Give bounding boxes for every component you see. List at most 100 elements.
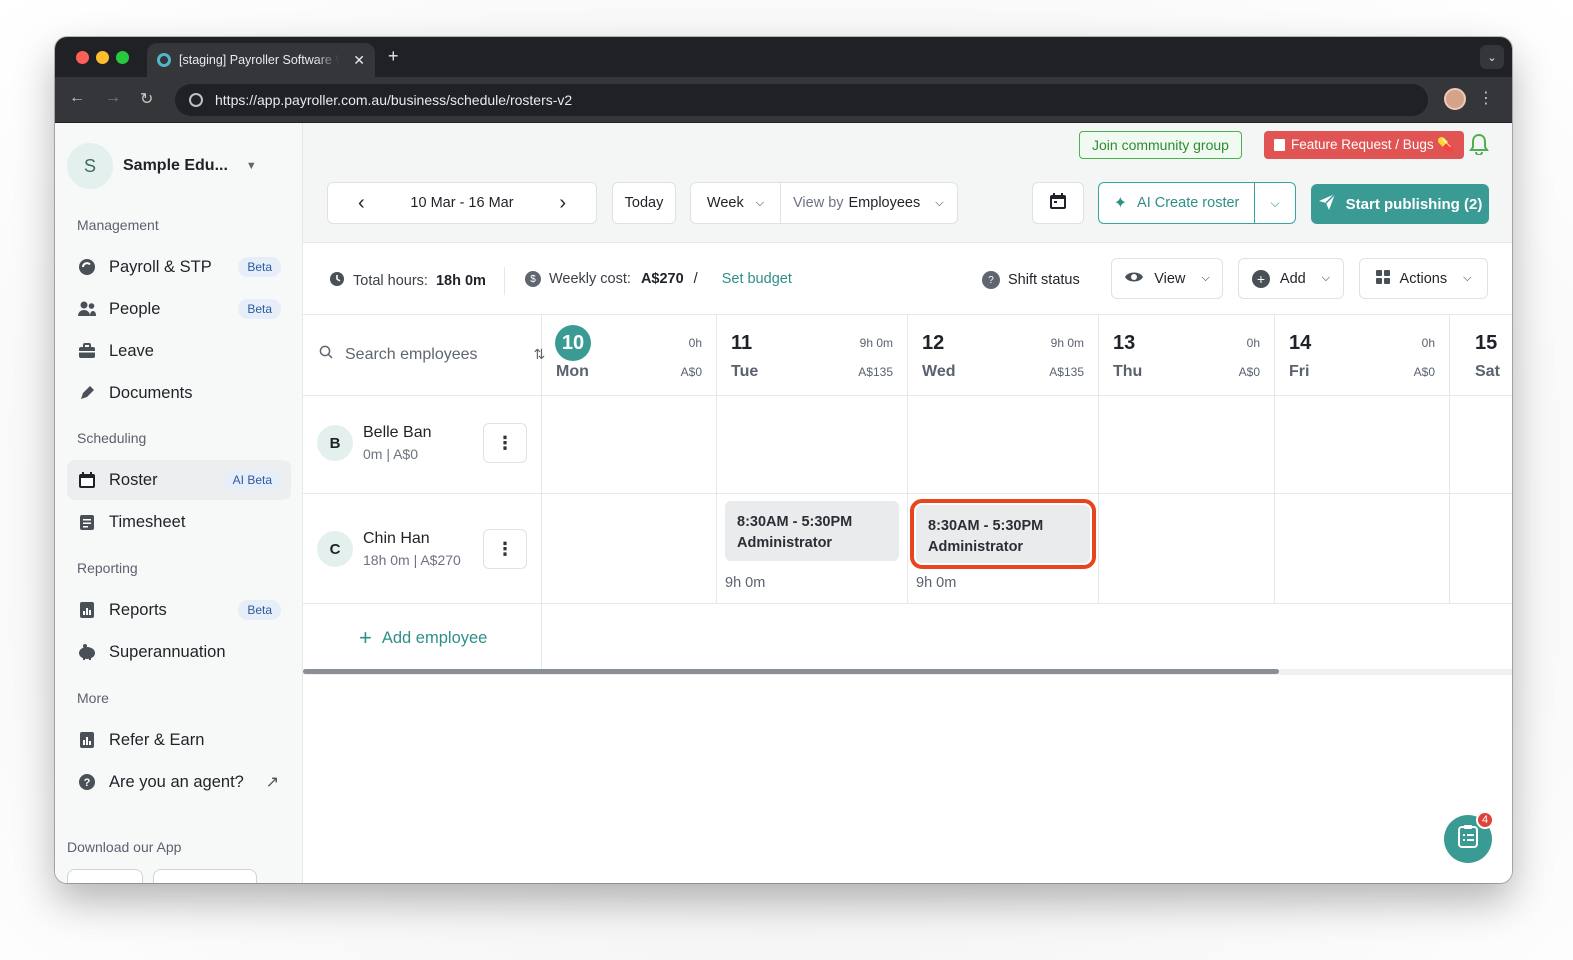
day-name: Thu	[1113, 363, 1143, 380]
clock-icon	[329, 271, 345, 291]
org-switcher[interactable]: S Sample Edu... ▼	[67, 143, 257, 189]
sidebar-item-timesheet[interactable]: Timesheet	[67, 502, 291, 542]
sidebar-item-documents[interactable]: Documents	[67, 373, 291, 413]
google-play-button[interactable]	[153, 869, 257, 883]
sidebar-item-leave[interactable]: Leave	[67, 331, 291, 371]
browser-toolbar: ← → ↻ https://app.payroller.com.au/busin…	[55, 77, 1512, 123]
shift-status-button[interactable]: ? Shift status	[982, 271, 1080, 289]
day-number: 15	[1475, 332, 1498, 354]
chevron-right-icon[interactable]: ›	[559, 192, 566, 215]
top-strip: Join community group Feature Request / B…	[303, 123, 1512, 167]
shift-role: Administrator	[928, 539, 1024, 555]
employee-row-belle[interactable]: B Belle Ban 0m | A$0	[317, 424, 432, 462]
day-number: 13	[1113, 332, 1136, 354]
chevron-down-icon: ⌵	[1321, 272, 1331, 284]
day-hours: 9h 0m	[859, 336, 893, 350]
feature-request-button[interactable]: Feature Request / Bugs 💊	[1264, 131, 1465, 159]
profile-avatar[interactable]	[1444, 88, 1466, 110]
maximize-window-button[interactable]	[116, 51, 129, 64]
new-tab-button[interactable]: +	[388, 46, 399, 67]
date-range[interactable]: 10 Mar - 16 Mar	[410, 195, 513, 211]
day-name: Fri	[1289, 363, 1310, 380]
close-tab-icon[interactable]: ✕	[353, 52, 365, 69]
calendar-button[interactable]	[1032, 182, 1084, 224]
total-hours-value: 18h 0m	[435, 273, 486, 289]
support-chat-button[interactable]: 4	[1444, 811, 1494, 863]
shift-hours: 9h 0m	[916, 575, 957, 591]
sidebar-item-refer[interactable]: Refer & Earn	[67, 720, 291, 760]
day-hours: 9h 0m	[1050, 336, 1084, 350]
minimize-window-button[interactable]	[96, 51, 109, 64]
add-employee-button[interactable]: + Add employee	[359, 627, 487, 649]
browser-menu-icon[interactable]: ⋮	[1478, 88, 1494, 108]
sidebar-item-agent[interactable]: ? Are you an agent? ↗	[67, 762, 291, 802]
join-community-button[interactable]: Join community group	[1079, 131, 1242, 159]
ai-create-roster-button[interactable]: ✦ AI Create roster	[1099, 183, 1255, 223]
search-input[interactable]: Search employees	[345, 346, 478, 364]
report-icon	[77, 600, 97, 620]
ai-create-dropdown[interactable]: ⌵	[1255, 196, 1295, 211]
sidebar-item-label: People	[109, 299, 161, 318]
sidebar-item-label: Documents	[109, 383, 193, 402]
view-by-value: Employees	[848, 195, 921, 211]
search-employees[interactable]: Search employees ⇅	[319, 345, 545, 364]
shift-time: 8:30AM - 5:30PM	[928, 518, 1044, 534]
day-hours: 0h	[688, 336, 702, 350]
employee-summary: 18h 0m | A$270	[363, 552, 461, 568]
set-budget-link[interactable]: Set budget	[722, 271, 792, 287]
sidebar-item-reports[interactable]: Reports Beta	[67, 590, 291, 630]
sidebar-item-label: Are you an agent?	[109, 772, 244, 791]
view-selector: Week ⌵ View by Employees ⌵	[690, 182, 958, 224]
employee-menu-button[interactable]: ⋮	[483, 423, 527, 463]
send-icon	[1318, 193, 1336, 215]
piggy-bank-icon	[77, 642, 97, 662]
week-dropdown[interactable]: Week ⌵	[691, 183, 781, 223]
sidebar-item-roster[interactable]: Roster AI Beta	[67, 460, 291, 500]
sidebar-item-people[interactable]: People Beta	[67, 289, 291, 329]
download-app-label: Download our App	[67, 839, 182, 855]
shift-card-tue[interactable]: 8:30AM - 5:30PM Administrator	[725, 501, 899, 561]
sidebar-item-superannuation[interactable]: Superannuation	[67, 632, 291, 672]
bell-icon[interactable]	[1469, 133, 1489, 160]
browser-tab[interactable]: [staging] Payroller Software W ✕	[147, 43, 375, 77]
total-hours: Total hours: 18h 0m	[329, 271, 486, 291]
reload-icon[interactable]: ↻	[140, 89, 153, 109]
back-icon[interactable]: ←	[69, 89, 85, 107]
day-header-fri: 14 Fri 0h A$0	[1274, 315, 1449, 395]
forward-icon[interactable]: →	[105, 89, 121, 107]
view-by-dropdown[interactable]: View by Employees ⌵	[781, 183, 957, 223]
app-store-button[interactable]	[67, 869, 143, 883]
date-navigator: ‹ 10 Mar - 16 Mar ›	[327, 182, 597, 224]
actions-dropdown[interactable]: Actions ⌵	[1359, 258, 1488, 299]
org-name: Sample Edu...	[123, 157, 228, 174]
week-label: Week	[706, 195, 744, 211]
pen-icon	[77, 383, 97, 403]
today-button[interactable]: Today	[612, 182, 676, 224]
employee-row-chin[interactable]: C Chin Han 18h 0m | A$270	[317, 530, 461, 568]
sidebar-item-label: Roster	[109, 470, 158, 489]
chevron-left-icon[interactable]: ‹	[358, 192, 365, 215]
sidebar-item-payroll[interactable]: Payroll & STP Beta	[67, 247, 291, 287]
beta-badge: Beta	[238, 600, 281, 620]
shift-card-wed[interactable]: 8:30AM - 5:30PM Administrator	[910, 499, 1096, 569]
close-window-button[interactable]	[76, 51, 89, 64]
start-publishing-button[interactable]: Start publishing (2)	[1311, 184, 1489, 224]
add-dropdown[interactable]: + Add ⌵	[1238, 258, 1344, 299]
shift-hours: 9h 0m	[725, 575, 766, 591]
sidebar-item-label: Leave	[109, 341, 154, 360]
clipboard-icon	[77, 512, 97, 532]
horizontal-scrollbar[interactable]	[303, 669, 1512, 675]
search-icon	[319, 345, 333, 364]
site-info-icon[interactable]	[189, 93, 203, 107]
address-bar[interactable]: https://app.payroller.com.au/business/sc…	[175, 84, 1428, 116]
checklist-icon	[1457, 824, 1479, 854]
day-name: Mon	[556, 363, 589, 380]
briefcase-icon	[77, 341, 97, 361]
tab-search-button[interactable]: ⌄	[1480, 45, 1504, 69]
employee-menu-button[interactable]: ⋮	[483, 529, 527, 569]
chevron-down-icon: ⌵	[1463, 272, 1472, 284]
chevron-down-icon: ▼	[245, 160, 257, 172]
external-link-icon: ↗	[265, 774, 279, 791]
view-dropdown[interactable]: View ⌵	[1111, 258, 1223, 299]
employee-name: Belle Ban	[363, 424, 432, 441]
